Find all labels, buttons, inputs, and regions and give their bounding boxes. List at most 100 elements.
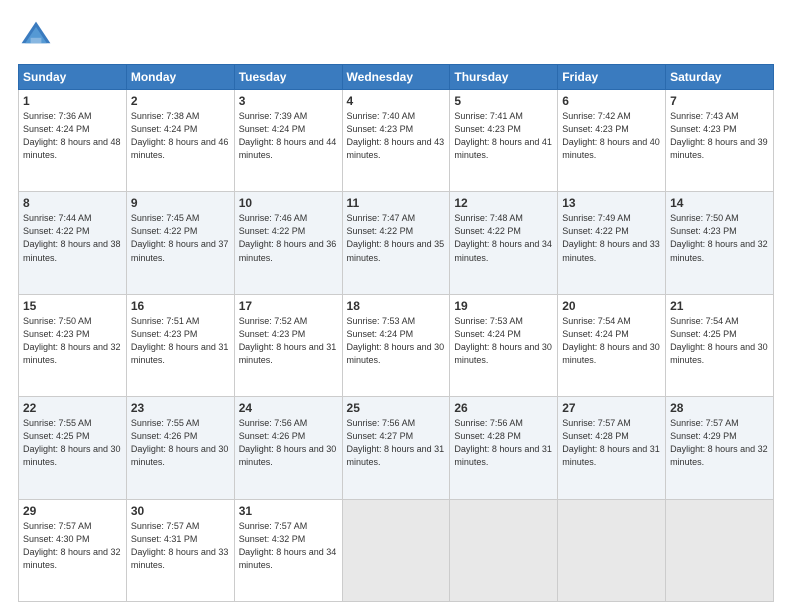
day-number: 5 bbox=[454, 94, 553, 108]
calendar-day-cell: 28Sunrise: 7:57 AMSunset: 4:29 PMDayligh… bbox=[666, 397, 774, 499]
day-number: 19 bbox=[454, 299, 553, 313]
calendar-day-cell: 14 Sunrise: 7:50 AMSunset: 4:23 PMDayligh… bbox=[666, 192, 774, 294]
calendar-day-cell: 24 Sunrise: 7:56 AMSunset: 4:26 PMDayligh… bbox=[234, 397, 342, 499]
day-info: Sunrise: 7:56 AMSunset: 4:28 PMDaylight:… bbox=[454, 417, 553, 469]
day-info: Sunrise: 7:55 AMSunset: 4:25 PMDaylight:… bbox=[23, 417, 122, 469]
calendar-day-cell: 25 Sunrise: 7:56 AMSunset: 4:27 PMDayligh… bbox=[342, 397, 450, 499]
calendar-day-cell: 11Sunrise: 7:47 AMSunset: 4:22 PMDayligh… bbox=[342, 192, 450, 294]
day-info: Sunrise: 7:54 AMSunset: 4:25 PMDaylight:… bbox=[670, 315, 769, 367]
day-info: Sunrise: 7:56 AMSunset: 4:26 PMDaylight:… bbox=[239, 417, 338, 469]
day-number: 8 bbox=[23, 196, 122, 210]
day-number: 9 bbox=[131, 196, 230, 210]
calendar-day-cell: 23 Sunrise: 7:55 AMSunset: 4:26 PMDayligh… bbox=[126, 397, 234, 499]
calendar-day-cell: 9 Sunrise: 7:45 AMSunset: 4:22 PMDaylight… bbox=[126, 192, 234, 294]
day-info: Sunrise: 7:52 AMSunset: 4:23 PMDaylight:… bbox=[239, 315, 338, 367]
calendar-day-cell bbox=[558, 499, 666, 601]
day-info: Sunrise: 7:53 AMSunset: 4:24 PMDaylight:… bbox=[347, 315, 446, 367]
day-info: Sunrise: 7:39 AMSunset: 4:24 PMDaylight:… bbox=[239, 110, 338, 162]
logo bbox=[18, 18, 58, 54]
day-number: 11 bbox=[347, 196, 446, 210]
calendar-day-header: Thursday bbox=[450, 65, 558, 90]
calendar-day-cell: 17Sunrise: 7:52 AMSunset: 4:23 PMDayligh… bbox=[234, 294, 342, 396]
calendar-table: SundayMondayTuesdayWednesdayThursdayFrid… bbox=[18, 64, 774, 602]
calendar-day-cell: 27 Sunrise: 7:57 AMSunset: 4:28 PMDayligh… bbox=[558, 397, 666, 499]
day-number: 18 bbox=[347, 299, 446, 313]
calendar-day-cell: 15 Sunrise: 7:50 AMSunset: 4:23 PMDayligh… bbox=[19, 294, 127, 396]
page: SundayMondayTuesdayWednesdayThursdayFrid… bbox=[0, 0, 792, 612]
calendar-day-cell: 16 Sunrise: 7:51 AMSunset: 4:23 PMDayligh… bbox=[126, 294, 234, 396]
calendar-day-cell: 6Sunrise: 7:42 AMSunset: 4:23 PMDaylight… bbox=[558, 90, 666, 192]
calendar-day-cell: 30 Sunrise: 7:57 AMSunset: 4:31 PMDayligh… bbox=[126, 499, 234, 601]
day-number: 24 bbox=[239, 401, 338, 415]
day-number: 27 bbox=[562, 401, 661, 415]
calendar-day-cell: 20 Sunrise: 7:54 AMSunset: 4:24 PMDayligh… bbox=[558, 294, 666, 396]
day-number: 15 bbox=[23, 299, 122, 313]
day-info: Sunrise: 7:43 AMSunset: 4:23 PMDaylight:… bbox=[670, 110, 769, 162]
day-info: Sunrise: 7:41 AMSunset: 4:23 PMDaylight:… bbox=[454, 110, 553, 162]
day-number: 26 bbox=[454, 401, 553, 415]
day-number: 4 bbox=[347, 94, 446, 108]
calendar-day-cell: 2 Sunrise: 7:38 AMSunset: 4:24 PMDaylight… bbox=[126, 90, 234, 192]
day-info: Sunrise: 7:50 AMSunset: 4:23 PMDaylight:… bbox=[23, 315, 122, 367]
calendar-day-cell: 8 Sunrise: 7:44 AMSunset: 4:22 PMDaylight… bbox=[19, 192, 127, 294]
day-number: 21 bbox=[670, 299, 769, 313]
calendar-week-row: 15 Sunrise: 7:50 AMSunset: 4:23 PMDayligh… bbox=[19, 294, 774, 396]
logo-icon bbox=[18, 18, 54, 54]
calendar-week-row: 8 Sunrise: 7:44 AMSunset: 4:22 PMDaylight… bbox=[19, 192, 774, 294]
day-info: Sunrise: 7:55 AMSunset: 4:26 PMDaylight:… bbox=[131, 417, 230, 469]
day-info: Sunrise: 7:56 AMSunset: 4:27 PMDaylight:… bbox=[347, 417, 446, 469]
calendar-day-cell: 3 Sunrise: 7:39 AMSunset: 4:24 PMDaylight… bbox=[234, 90, 342, 192]
calendar-day-cell bbox=[666, 499, 774, 601]
calendar-day-header: Saturday bbox=[666, 65, 774, 90]
day-info: Sunrise: 7:50 AMSunset: 4:23 PMDaylight:… bbox=[670, 212, 769, 264]
day-number: 23 bbox=[131, 401, 230, 415]
day-number: 6 bbox=[562, 94, 661, 108]
calendar-day-cell: 26 Sunrise: 7:56 AMSunset: 4:28 PMDayligh… bbox=[450, 397, 558, 499]
day-info: Sunrise: 7:48 AMSunset: 4:22 PMDaylight:… bbox=[454, 212, 553, 264]
calendar-day-cell: 7 Sunrise: 7:43 AMSunset: 4:23 PMDaylight… bbox=[666, 90, 774, 192]
day-number: 29 bbox=[23, 504, 122, 518]
calendar-day-cell: 31Sunrise: 7:57 AMSunset: 4:32 PMDayligh… bbox=[234, 499, 342, 601]
calendar-day-cell: 19 Sunrise: 7:53 AMSunset: 4:24 PMDayligh… bbox=[450, 294, 558, 396]
day-info: Sunrise: 7:38 AMSunset: 4:24 PMDaylight:… bbox=[131, 110, 230, 162]
day-number: 7 bbox=[670, 94, 769, 108]
calendar-day-cell: 12Sunrise: 7:48 AMSunset: 4:22 PMDayligh… bbox=[450, 192, 558, 294]
day-info: Sunrise: 7:51 AMSunset: 4:23 PMDaylight:… bbox=[131, 315, 230, 367]
calendar-day-header: Monday bbox=[126, 65, 234, 90]
calendar-day-cell bbox=[450, 499, 558, 601]
day-info: Sunrise: 7:46 AMSunset: 4:22 PMDaylight:… bbox=[239, 212, 338, 264]
day-number: 14 bbox=[670, 196, 769, 210]
calendar-day-cell: 10 Sunrise: 7:46 AMSunset: 4:22 PMDayligh… bbox=[234, 192, 342, 294]
calendar-week-row: 29 Sunrise: 7:57 AMSunset: 4:30 PMDayligh… bbox=[19, 499, 774, 601]
calendar-day-cell bbox=[342, 499, 450, 601]
day-info: Sunrise: 7:57 AMSunset: 4:31 PMDaylight:… bbox=[131, 520, 230, 572]
day-number: 10 bbox=[239, 196, 338, 210]
day-info: Sunrise: 7:57 AMSunset: 4:32 PMDaylight:… bbox=[239, 520, 338, 572]
day-info: Sunrise: 7:36 AMSunset: 4:24 PMDaylight:… bbox=[23, 110, 122, 162]
calendar-day-cell: 5 Sunrise: 7:41 AMSunset: 4:23 PMDaylight… bbox=[450, 90, 558, 192]
day-info: Sunrise: 7:57 AMSunset: 4:30 PMDaylight:… bbox=[23, 520, 122, 572]
calendar-day-cell: 13 Sunrise: 7:49 AMSunset: 4:22 PMDayligh… bbox=[558, 192, 666, 294]
day-number: 20 bbox=[562, 299, 661, 313]
day-info: Sunrise: 7:53 AMSunset: 4:24 PMDaylight:… bbox=[454, 315, 553, 367]
day-number: 30 bbox=[131, 504, 230, 518]
day-info: Sunrise: 7:54 AMSunset: 4:24 PMDaylight:… bbox=[562, 315, 661, 367]
day-info: Sunrise: 7:49 AMSunset: 4:22 PMDaylight:… bbox=[562, 212, 661, 264]
calendar-day-cell: 1Sunrise: 7:36 AMSunset: 4:24 PMDaylight… bbox=[19, 90, 127, 192]
calendar-day-header: Sunday bbox=[19, 65, 127, 90]
calendar-day-header: Friday bbox=[558, 65, 666, 90]
day-number: 25 bbox=[347, 401, 446, 415]
day-info: Sunrise: 7:57 AMSunset: 4:29 PMDaylight:… bbox=[670, 417, 769, 469]
day-number: 13 bbox=[562, 196, 661, 210]
day-number: 3 bbox=[239, 94, 338, 108]
calendar-week-row: 1Sunrise: 7:36 AMSunset: 4:24 PMDaylight… bbox=[19, 90, 774, 192]
day-number: 16 bbox=[131, 299, 230, 313]
day-number: 2 bbox=[131, 94, 230, 108]
day-info: Sunrise: 7:57 AMSunset: 4:28 PMDaylight:… bbox=[562, 417, 661, 469]
calendar-day-cell: 18 Sunrise: 7:53 AMSunset: 4:24 PMDayligh… bbox=[342, 294, 450, 396]
calendar-day-cell: 22 Sunrise: 7:55 AMSunset: 4:25 PMDayligh… bbox=[19, 397, 127, 499]
day-info: Sunrise: 7:45 AMSunset: 4:22 PMDaylight:… bbox=[131, 212, 230, 264]
day-info: Sunrise: 7:44 AMSunset: 4:22 PMDaylight:… bbox=[23, 212, 122, 264]
calendar-week-row: 22 Sunrise: 7:55 AMSunset: 4:25 PMDayligh… bbox=[19, 397, 774, 499]
day-number: 22 bbox=[23, 401, 122, 415]
